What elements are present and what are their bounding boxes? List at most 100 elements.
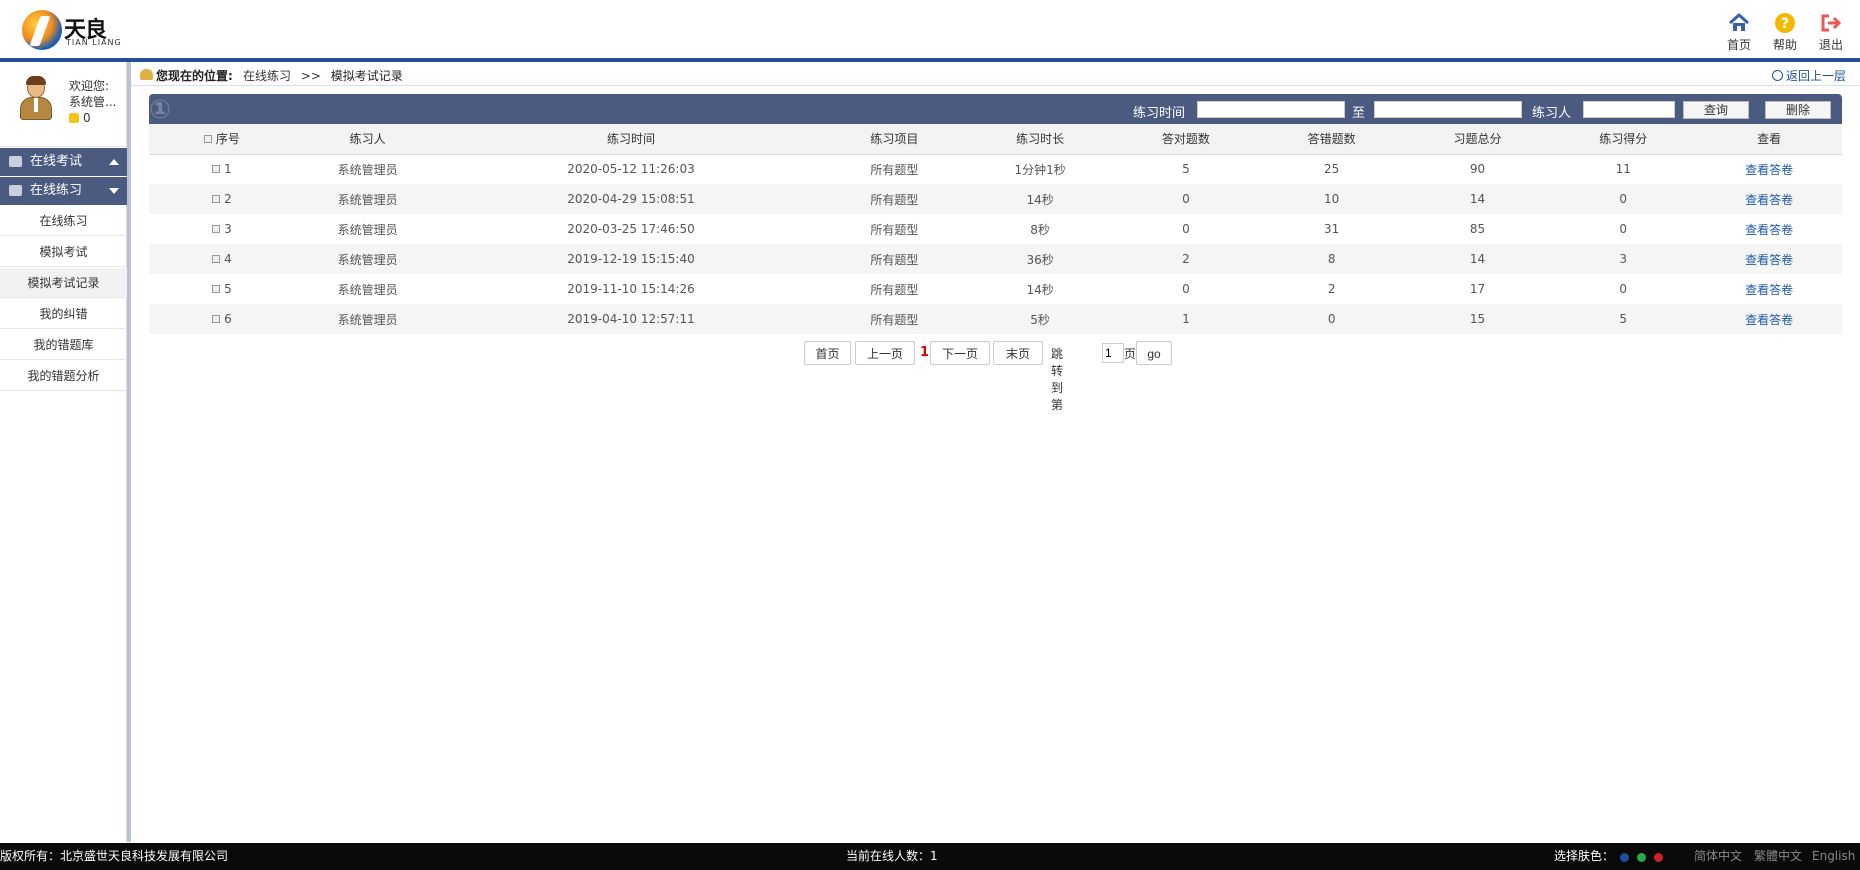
- skin-green-swatch[interactable]: [1637, 853, 1646, 862]
- skin-blue-swatch[interactable]: [1620, 853, 1629, 862]
- back-icon: [1771, 70, 1783, 81]
- col-header-wrong: 答错题数: [1258, 124, 1405, 155]
- nav-logout[interactable]: 退出: [1811, 12, 1851, 53]
- row-project: 所有题型: [821, 184, 968, 214]
- row-checkbox[interactable]: [212, 255, 221, 263]
- sidebar-item-wrong-question-analysis[interactable]: 我的错题分析: [0, 361, 127, 391]
- row-time: 2019-12-19 15:15:40: [440, 244, 822, 274]
- last-page-button[interactable]: 末页: [993, 341, 1043, 365]
- breadcrumb-label: 您现在的位置:: [156, 69, 233, 83]
- back-link[interactable]: 返回上一层: [1771, 67, 1846, 84]
- row-checkbox[interactable]: [212, 315, 221, 323]
- section-badge-icon: ①: [149, 95, 172, 125]
- row-correct: 2: [1113, 244, 1259, 274]
- row-time: 2020-03-25 17:46:50: [567, 222, 695, 236]
- breadcrumb-item-current: 模拟考试记录: [330, 69, 403, 83]
- row-duration: 1分钟1秒: [1014, 162, 1066, 177]
- sidebar-item-mock-exam-records[interactable]: 模拟考试记录: [0, 268, 127, 298]
- col-header-person: 练习人: [294, 124, 441, 155]
- sidebar-item-online-practice[interactable]: 在线练习: [0, 206, 127, 236]
- select-all-checkbox[interactable]: [203, 135, 212, 144]
- row-checkbox[interactable]: [212, 225, 221, 233]
- jump-page-input[interactable]: [1102, 343, 1124, 363]
- row-view: 查看答卷: [1696, 214, 1842, 244]
- delete-button[interactable]: 删除: [1765, 101, 1831, 119]
- practice-icon: [9, 185, 22, 196]
- menu-category-label: 在线考试: [30, 154, 83, 169]
- time-to-input[interactable]: [1374, 101, 1522, 118]
- row-no-label: 4: [224, 252, 232, 266]
- prev-page-button[interactable]: 上一页: [855, 341, 915, 365]
- menu-category-label: 在线练习: [30, 183, 83, 198]
- menu-category-online-exam[interactable]: 在线考试: [0, 148, 127, 176]
- row-person: 系统管理员: [294, 304, 441, 334]
- col-header-score: 练习得分: [1550, 124, 1697, 155]
- row-total: 85: [1469, 222, 1486, 236]
- avatar: [20, 76, 52, 120]
- row-time: 2019-11-10 15:14:26: [567, 282, 695, 296]
- breadcrumb: 您现在的位置: 在线练习 >> 模拟考试记录 返回上一层: [131, 62, 1860, 86]
- row-total: 15: [1404, 304, 1551, 334]
- view-answer-link[interactable]: 查看答卷: [1745, 283, 1793, 297]
- exam-icon: [9, 156, 22, 167]
- time-from-input[interactable]: [1197, 101, 1345, 118]
- to-label: 至: [1352, 106, 1366, 121]
- row-total: 17: [1469, 282, 1486, 296]
- row-total: 14: [1404, 184, 1551, 214]
- row-checkbox[interactable]: [212, 165, 221, 174]
- table-row: 1 系统管理员 2020-05-12 11:26:03 所有题型 1分钟1秒 5 25 90 1…: [149, 154, 1842, 184]
- menu-category-online-practice[interactable]: 在线练习: [0, 177, 127, 205]
- person-label: 练习人: [1532, 106, 1572, 121]
- view-answer-link[interactable]: 查看答卷: [1745, 193, 1793, 207]
- query-button[interactable]: 查询: [1683, 101, 1749, 119]
- row-wrong: 8: [1258, 244, 1405, 274]
- lang-traditional-chinese[interactable]: 繁體中文: [1754, 843, 1802, 870]
- lang-simplified-chinese[interactable]: 简体中文: [1694, 843, 1742, 870]
- row-person: 系统管理员: [294, 244, 441, 274]
- nav-home[interactable]: 首页: [1719, 12, 1759, 53]
- table-row: 5 系统管理员 2019-11-10 15:14:26 所有题型 14秒 0 2 17 0 查看答…: [149, 274, 1842, 304]
- go-button[interactable]: go: [1136, 341, 1172, 365]
- breadcrumb-item-online-practice[interactable]: 在线练习: [243, 69, 291, 83]
- welcome-text: 欢迎您: 系统管...: [69, 78, 125, 110]
- person-input[interactable]: [1583, 101, 1675, 118]
- row-total: 90: [1469, 162, 1486, 177]
- sidebar-item-wrong-question-bank[interactable]: 我的错题库: [0, 330, 127, 360]
- row-score: 0: [1550, 184, 1697, 214]
- row-time: 2019-04-10 12:57:11: [440, 304, 822, 334]
- first-page-button[interactable]: 首页: [804, 341, 851, 365]
- view-answer-link[interactable]: 查看答卷: [1745, 163, 1793, 177]
- sidebar: 欢迎您: 系统管... 0 在线考试 在线练习 在线练习 模拟考试 模拟考试记录…: [0, 62, 127, 842]
- col-header-project: 练习项目: [821, 124, 968, 155]
- row-no-label: 1: [224, 162, 232, 177]
- row-total: 14: [1404, 244, 1551, 274]
- row-time: 2020-04-29 15:08:51: [440, 184, 822, 214]
- view-answer-link[interactable]: 查看答卷: [1745, 253, 1793, 267]
- skin-red-swatch[interactable]: [1654, 853, 1663, 862]
- row-score: 11: [1615, 162, 1631, 177]
- copyright-text: 版权所有：北京盛世天良科技发展有限公司: [0, 849, 229, 863]
- row-checkbox[interactable]: [212, 195, 221, 203]
- nav-help[interactable]: ? 帮助: [1765, 12, 1805, 53]
- logo: 天良 TIAN LIANG: [22, 10, 122, 52]
- view-answer-link[interactable]: 查看答卷: [1745, 313, 1793, 327]
- skin-label: 选择肤色：: [1554, 849, 1615, 863]
- sidebar-splitter[interactable]: [127, 62, 131, 842]
- row-view: 查看答卷: [1696, 184, 1842, 214]
- row-checkbox[interactable]: [212, 285, 221, 293]
- current-page[interactable]: 1: [920, 345, 929, 360]
- table-row: 3 系统管理员 2020-03-25 17:46:50 所有题型 8秒 0 31 85 0 查看答…: [149, 214, 1842, 244]
- sidebar-item-my-corrections[interactable]: 我的纠错: [0, 299, 127, 329]
- row-duration: 14秒: [967, 184, 1114, 214]
- lang-english[interactable]: English: [1812, 843, 1855, 870]
- row-score: 3: [1550, 244, 1697, 274]
- online-count: 当前在线人数：1: [846, 849, 938, 863]
- back-label: 返回上一层: [1785, 69, 1846, 83]
- row-person: 系统管理员: [337, 222, 398, 237]
- row-score: 0: [1619, 282, 1628, 296]
- sidebar-item-mock-exam[interactable]: 模拟考试: [0, 237, 127, 267]
- welcome-label: 欢迎您:: [69, 79, 110, 93]
- row-no: 6: [149, 304, 295, 334]
- view-answer-link[interactable]: 查看答卷: [1745, 223, 1793, 237]
- next-page-button[interactable]: 下一页: [930, 341, 990, 365]
